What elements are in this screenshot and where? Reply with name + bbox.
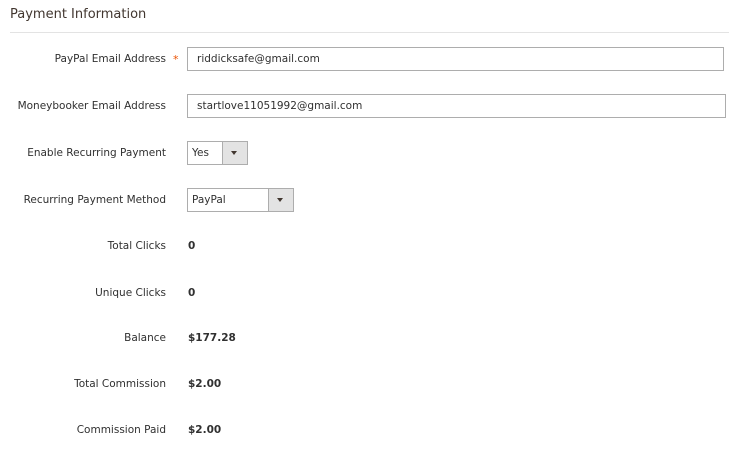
recurring-method-select[interactable]: PayPal — [187, 188, 294, 212]
select-arrow-button[interactable] — [222, 142, 247, 164]
recurring-method-value: PayPal — [192, 194, 226, 206]
moneybooker-email-input[interactable]: startlove11051992@gmail.com — [187, 94, 726, 118]
section-title: Payment Information — [10, 7, 147, 22]
total-clicks-label: Total Clicks — [107, 240, 166, 252]
total-clicks-value: 0 — [188, 240, 196, 252]
select-arrow-button[interactable] — [268, 189, 293, 211]
section-divider — [10, 32, 729, 33]
paypal-email-label: PayPal Email Address — [54, 53, 166, 65]
enable-recurring-value: Yes — [192, 147, 209, 159]
total-commission-label: Total Commission — [74, 378, 166, 390]
chevron-down-icon — [231, 151, 237, 155]
moneybooker-email-label: Moneybooker Email Address — [17, 100, 166, 112]
commission-paid-label: Commission Paid — [76, 424, 166, 436]
enable-recurring-select[interactable]: Yes — [187, 141, 248, 165]
total-commission-value: $2.00 — [188, 378, 222, 390]
required-marker: * — [173, 53, 179, 66]
commission-paid-value: $2.00 — [188, 424, 222, 436]
balance-label: Balance — [124, 332, 166, 344]
enable-recurring-label: Enable Recurring Payment — [27, 147, 166, 159]
unique-clicks-value: 0 — [188, 287, 196, 299]
recurring-method-label: Recurring Payment Method — [23, 194, 166, 206]
chevron-down-icon — [277, 198, 283, 202]
unique-clicks-label: Unique Clicks — [95, 287, 166, 299]
paypal-email-input[interactable]: riddicksafe@gmail.com — [187, 47, 724, 71]
balance-value: $177.28 — [188, 332, 236, 344]
